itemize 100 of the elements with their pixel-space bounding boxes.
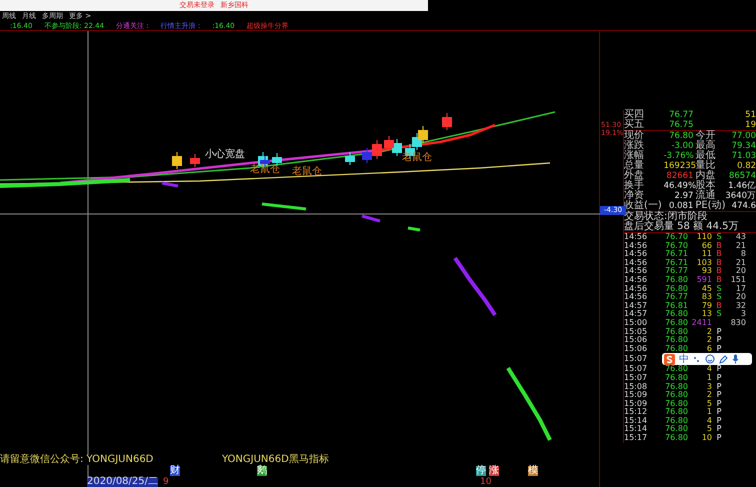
candlestick xyxy=(372,140,382,160)
tick-side: P xyxy=(716,365,722,374)
tick-time: 14:56 xyxy=(624,258,648,267)
quote-value: 3640万 xyxy=(725,191,756,201)
ime-toolbar[interactable]: 中 xyxy=(662,353,752,366)
tick-time: 15:06 xyxy=(624,344,648,354)
axis-label: 9 xyxy=(163,477,169,487)
tick-time: 15:14 xyxy=(624,416,648,425)
quote-label: PE(动) xyxy=(694,201,724,211)
tick-volume: 45 xyxy=(700,284,712,293)
candlestick xyxy=(345,152,355,166)
notice-text: 请留意微信公众号: YONGJUN66D xyxy=(0,455,154,465)
order-volume: 51 xyxy=(744,110,756,120)
quote-label: 股本 xyxy=(696,181,717,191)
quote-label: 现价 xyxy=(624,131,645,141)
signal-marker: 停 xyxy=(476,466,486,476)
tick-side: P xyxy=(716,328,722,336)
tick-price: 76.80 xyxy=(664,408,688,417)
tick-price: 76.80 xyxy=(664,328,688,336)
chart-annotation: 小心宽盘 xyxy=(205,150,245,160)
tick-time: 14:56 xyxy=(624,284,648,293)
tick-price: 76.80 xyxy=(664,344,688,354)
tick-side: P xyxy=(716,336,722,345)
tick-volume: 1 xyxy=(706,374,712,382)
quote-label: 涨跌 xyxy=(624,141,645,151)
quote-label: 涨幅 xyxy=(624,151,645,161)
indicator-stroke xyxy=(362,214,380,222)
tick-total: 20 xyxy=(734,267,746,276)
quote-value: 82661 xyxy=(665,171,694,181)
tick-volume: 79 xyxy=(700,302,712,310)
signal-marker: 财 xyxy=(170,466,180,476)
tick-price: 76.80 xyxy=(664,425,688,434)
order-label: 买五 xyxy=(624,120,645,130)
tick-volume: 13 xyxy=(700,310,712,319)
tick-volume: 110 xyxy=(696,233,712,242)
tick-time: 15:09 xyxy=(624,400,648,408)
tick-price: 76.80 xyxy=(664,365,688,374)
tick-time: 14:56 xyxy=(624,267,648,276)
quote-value: 86574 xyxy=(728,171,756,181)
quote-label: 流通 xyxy=(694,191,716,201)
candlestick xyxy=(190,154,200,168)
tick-time: 15:00 xyxy=(624,318,648,328)
tick-time: 15:17 xyxy=(624,434,648,443)
order-price: 76.75 xyxy=(668,120,694,130)
quote-value: 1.46亿 xyxy=(727,181,756,191)
quote-value: -3.76% xyxy=(664,151,694,161)
candlestick xyxy=(442,112,452,130)
tick-time: 14:56 xyxy=(624,276,648,285)
trade-status: 交易状态:闭市阶段 xyxy=(624,212,708,222)
tick-price: 76.77 xyxy=(664,267,688,276)
tick-side: S xyxy=(715,284,723,293)
chart-annotation: 老鼠仓 xyxy=(292,167,322,177)
tick-price: 76.81 xyxy=(664,302,688,310)
tick-total: 151 xyxy=(730,276,746,285)
tick-time: 14:56 xyxy=(624,242,648,250)
tick-side: P xyxy=(716,374,722,382)
smiley-icon[interactable] xyxy=(705,354,715,364)
quote-label: 内盘 xyxy=(694,171,716,181)
tick-time: 15:07 xyxy=(624,374,648,382)
quote-value: 71.03 xyxy=(730,151,756,161)
tick-side: P xyxy=(716,344,722,354)
quote-label: 外盘 xyxy=(624,171,645,181)
tick-time: 15:05 xyxy=(624,328,648,336)
tick-volume: 103 xyxy=(696,258,712,267)
tick-volume: 2411 xyxy=(690,318,712,328)
input-mode-toggle[interactable]: 中 xyxy=(679,354,689,365)
tick-side: P xyxy=(716,425,722,434)
quote-value: 77.00 xyxy=(730,131,756,141)
tick-side: B xyxy=(715,276,723,285)
tick-volume: 5 xyxy=(706,425,712,434)
indicator-name: YONGJUN66D黑马指标 xyxy=(222,455,329,465)
tick-total: 3 xyxy=(740,310,746,319)
tick-volume: 1 xyxy=(706,408,712,417)
tick-total: 43 xyxy=(734,233,746,242)
tick-time: 15:07 xyxy=(624,365,648,374)
pen-icon[interactable] xyxy=(719,354,728,364)
tick-volume: 11 xyxy=(700,250,712,259)
indicator-stroke xyxy=(162,182,178,188)
signal-marker: 涨 xyxy=(489,466,499,476)
tick-side: P xyxy=(716,400,722,408)
indicator-stroke xyxy=(262,202,306,210)
tick-price: 76.80 xyxy=(664,400,688,408)
quote-label: 换手 xyxy=(624,181,645,191)
s-logo-icon[interactable] xyxy=(664,354,675,365)
tick-price: 76.80 xyxy=(664,391,688,400)
tick-total: 830 xyxy=(730,318,746,328)
tick-side: P xyxy=(716,434,722,443)
order-price: 76.77 xyxy=(668,110,694,120)
candlestick xyxy=(172,152,182,170)
after-hours-volume: 盘后交易量 58 额 44.5万 xyxy=(624,222,740,232)
quote-label: 今开 xyxy=(694,131,716,141)
quote-label: 量比 xyxy=(696,161,717,171)
microphone-icon[interactable] xyxy=(732,354,739,364)
quote-label: 总量 xyxy=(624,161,645,171)
axis-label: 10 xyxy=(480,477,492,487)
punctuation-icon[interactable] xyxy=(693,355,701,364)
order-volume: 19 xyxy=(744,120,756,130)
tick-side: P xyxy=(716,391,722,400)
tick-price: 76.80 xyxy=(664,284,688,293)
quote-value: 76.80 xyxy=(668,131,694,141)
